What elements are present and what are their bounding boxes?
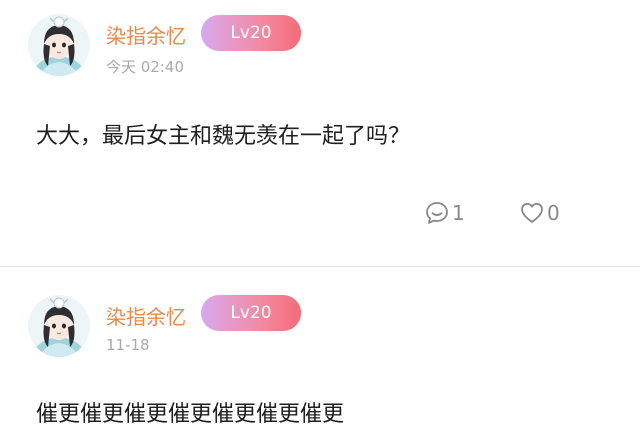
comment-text: 催更催更催更催更催更催更催更	[36, 402, 345, 427]
level-badge: Lv20	[201, 295, 301, 331]
avatar[interactable]	[28, 295, 90, 357]
level-badge: Lv20	[201, 15, 301, 51]
username[interactable]: 染指余忆	[106, 301, 186, 330]
avatar-illustration	[28, 295, 90, 357]
like-button[interactable]: 0	[519, 198, 560, 228]
heart-outline-icon	[521, 202, 543, 223]
comment-bubble-icon	[426, 202, 448, 224]
like-count: 0	[547, 201, 560, 225]
post-timestamp: 今天 02:40	[106, 58, 184, 76]
comment-count: 1	[452, 201, 465, 225]
comment-button[interactable]: 1	[424, 198, 465, 228]
avatar-illustration	[28, 14, 90, 76]
post-timestamp: 11-18	[106, 336, 150, 354]
avatar[interactable]	[28, 14, 90, 76]
username[interactable]: 染指余忆	[106, 20, 186, 49]
comment-post: 染指余忆 Lv20 今天 02:40 大大，最后女主和魏无羡在一起了吗？ 1 0	[0, 0, 640, 266]
comment-post: 染指余忆 Lv20 11-18 催更催更催更催更催更催更催更	[0, 267, 640, 447]
comment-text: 大大，最后女主和魏无羡在一起了吗？	[36, 124, 411, 149]
